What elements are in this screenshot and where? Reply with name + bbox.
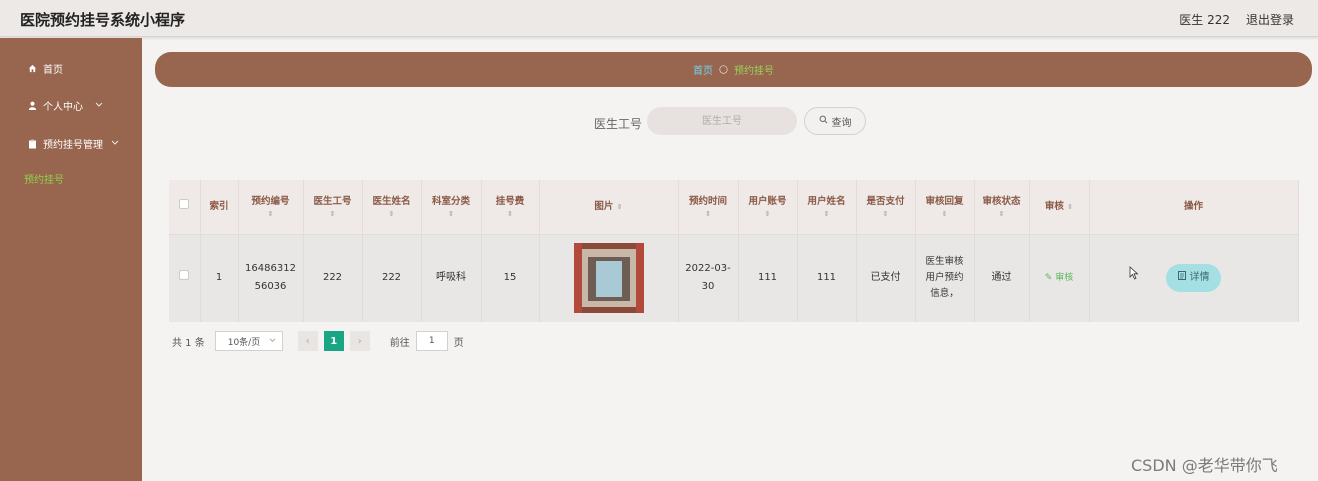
- cell-doctor-name: 222: [362, 234, 422, 322]
- hospital-photo: [573, 243, 644, 314]
- top-bar: 医院预约挂号系统小程序 医生 222 退出登录: [0, 0, 1318, 37]
- sidebar-item-booking-management[interactable]: 预约挂号管理: [27, 136, 119, 151]
- sort-icon: ⇕: [267, 210, 274, 219]
- search-icon: [819, 115, 828, 127]
- current-user: 医生 222: [1179, 13, 1230, 27]
- sort-icon: ⇕: [764, 210, 771, 219]
- sort-icon: ⇕: [1067, 202, 1074, 211]
- mouse-cursor-icon: [1129, 265, 1139, 284]
- column-header[interactable]: 审核状态 ⇕: [974, 180, 1030, 235]
- cell-doctor-id: 222: [303, 234, 363, 322]
- select-all-cell: [169, 180, 201, 235]
- sidebar-item-home[interactable]: 首页: [27, 61, 63, 76]
- pagination: 共 1 条 10条/页 ‹ 1 › 前往 1 页: [172, 331, 464, 351]
- page-number-current[interactable]: 1: [323, 331, 344, 351]
- detail-button[interactable]: 详情: [1166, 264, 1221, 293]
- cell-time: 2022-03-30: [678, 234, 739, 322]
- cell-reply: 医生审核用户预约信息，: [915, 234, 975, 322]
- doctor-id-search-input[interactable]: [647, 107, 797, 135]
- sort-icon: ⇕: [616, 202, 623, 211]
- home-icon: [27, 64, 37, 74]
- breadcrumb-separator: 〇: [718, 66, 728, 76]
- prev-page-button[interactable]: ‹: [297, 331, 318, 351]
- sort-icon: ⇕: [388, 210, 395, 219]
- column-header[interactable]: 用户姓名 ⇕: [797, 180, 857, 235]
- sort-icon: ⇕: [705, 210, 711, 219]
- breadcrumb-home[interactable]: 首页: [693, 62, 713, 77]
- column-header[interactable]: 审核回复 ⇕: [915, 180, 975, 235]
- next-page-button[interactable]: ›: [349, 331, 370, 351]
- search-label: 医生工号: [594, 117, 643, 131]
- chevron-down-icon: [111, 139, 119, 149]
- cell-booking-no: 1648631256036: [238, 234, 304, 322]
- sort-icon: ⇕: [823, 210, 830, 219]
- document-icon: [1177, 269, 1186, 287]
- audit-link[interactable]: ✎ 审核: [1045, 273, 1073, 283]
- header-actions: 医生 222 退出登录: [1179, 11, 1294, 28]
- sidebar-item-label: 个人中心: [43, 102, 83, 113]
- cell-image: [539, 234, 679, 322]
- edit-icon: ✎: [1044, 273, 1053, 284]
- search-button[interactable]: 查询: [804, 107, 866, 135]
- sidebar-subitem-booking[interactable]: 预约挂号: [24, 171, 64, 186]
- goto-page-input[interactable]: 1: [415, 331, 448, 351]
- column-header[interactable]: 用户账号 ⇕: [738, 180, 798, 235]
- column-header: 操作: [1089, 180, 1299, 235]
- sidebar-item-profile[interactable]: 个人中心: [27, 98, 103, 113]
- column-header[interactable]: 是否支付 ⇕: [856, 180, 916, 235]
- cell-actions: 详情: [1089, 234, 1299, 322]
- total-count: 共 1 条: [172, 337, 205, 349]
- clipboard-icon: [27, 139, 37, 149]
- cell-index: 1: [200, 234, 239, 322]
- breadcrumb-current: 预约挂号: [734, 66, 774, 77]
- sort-icon: ⇕: [941, 210, 948, 219]
- column-header: 索引: [200, 180, 239, 235]
- sidebar-item-label: 预约挂号管理: [43, 140, 103, 151]
- sort-icon: ⇕: [329, 210, 336, 219]
- booking-table: 索引 预约编号 ⇕ 医生工号 ⇕ 医生姓名 ⇕ 科室分类 ⇕ 挂号费 ⇕ 图片 ⇕ 预约时…: [169, 180, 1299, 322]
- row-select-cell: [169, 234, 201, 322]
- column-header[interactable]: 医生工号 ⇕: [303, 180, 363, 235]
- column-header[interactable]: 科室分类 ⇕: [421, 180, 482, 235]
- logout-link[interactable]: 退出登录: [1246, 11, 1294, 28]
- table-header-row: 索引 预约编号 ⇕ 医生工号 ⇕ 医生姓名 ⇕ 科室分类 ⇕ 挂号费 ⇕ 图片 ⇕ 预约时…: [169, 180, 1299, 235]
- goto-suffix: 页: [453, 337, 464, 349]
- row-checkbox[interactable]: [179, 270, 190, 281]
- select-all-checkbox[interactable]: [179, 198, 190, 209]
- cell-status: 通过: [974, 234, 1030, 322]
- column-header[interactable]: 图片 ⇕: [539, 180, 679, 235]
- app-title: 医院预约挂号系统小程序: [20, 11, 186, 29]
- sort-icon: ⇕: [882, 210, 889, 219]
- sort-icon: ⇕: [507, 210, 513, 219]
- cell-user-name: 111: [797, 234, 857, 322]
- watermark: CSDN @老华带你飞: [1131, 456, 1278, 475]
- breadcrumb: 首页 〇 预约挂号: [155, 52, 1312, 87]
- chevron-left-icon: ‹: [305, 335, 310, 347]
- goto-prefix: 前往: [389, 337, 410, 349]
- column-header[interactable]: 审核 ⇕: [1029, 180, 1090, 235]
- cell-user-account: 111: [738, 234, 798, 322]
- chevron-down-icon: [95, 101, 103, 111]
- cell-department: 呼吸科: [421, 234, 482, 322]
- column-header[interactable]: 挂号费 ⇕: [481, 180, 540, 235]
- cell-fee: 15: [481, 234, 540, 322]
- column-header[interactable]: 预约编号 ⇕: [238, 180, 304, 235]
- sidebar: 首页 个人中心 预约挂号管理 预约挂号: [0, 38, 142, 481]
- sidebar-item-label: 首页: [43, 65, 63, 76]
- column-header[interactable]: 医生姓名 ⇕: [362, 180, 422, 235]
- sort-icon: ⇕: [998, 210, 1005, 219]
- search-button-label: 查询: [831, 117, 852, 129]
- cell-paid: 已支付: [856, 234, 916, 322]
- cell-audit: ✎ 审核: [1029, 234, 1090, 322]
- chevron-down-icon: [269, 336, 276, 346]
- page-size-select[interactable]: 10条/页: [214, 331, 283, 351]
- user-icon: [27, 101, 37, 111]
- column-header[interactable]: 预约时间 ⇕: [678, 180, 739, 235]
- sort-icon: ⇕: [448, 210, 454, 219]
- chevron-right-icon: ›: [357, 335, 362, 347]
